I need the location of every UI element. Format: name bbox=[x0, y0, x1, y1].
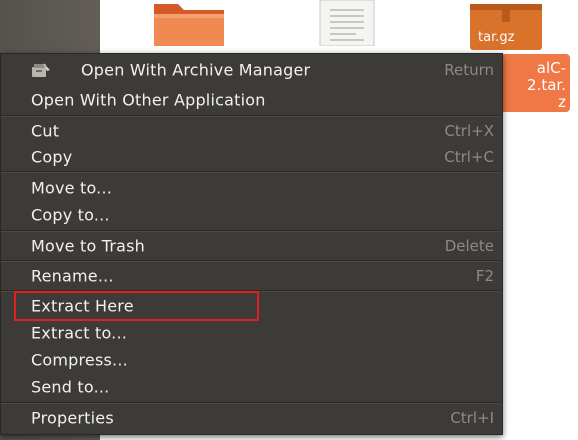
menu-item-shortcut: Return bbox=[444, 61, 494, 79]
menu-item-label: Compress... bbox=[31, 350, 128, 370]
menu-separator bbox=[1, 171, 502, 173]
menu-item-move-to[interactable]: Move to... bbox=[1, 174, 502, 202]
context-menu: Open With Archive Manager Return Open Wi… bbox=[0, 53, 503, 435]
menu-item-move-to-trash[interactable]: Move to Trash Delete bbox=[1, 232, 502, 260]
archive-icon-label: tar.gz bbox=[478, 30, 515, 45]
menu-item-label: Properties bbox=[31, 408, 114, 428]
menu-item-send-to[interactable]: Send to... bbox=[1, 373, 502, 401]
menu-item-label: Rename... bbox=[31, 266, 114, 286]
archive-manager-icon bbox=[32, 63, 50, 77]
menu-item-extract-to[interactable]: Extract to... bbox=[1, 319, 502, 347]
folder-icon[interactable] bbox=[150, 0, 228, 46]
menu-item-extract-here[interactable]: Extract Here bbox=[1, 292, 502, 320]
menu-item-label: Copy bbox=[31, 147, 73, 167]
menu-item-copy[interactable]: Copy Ctrl+C bbox=[1, 143, 502, 171]
menu-item-label: Open With Archive Manager bbox=[81, 60, 311, 80]
text-file-icon[interactable] bbox=[318, 0, 376, 46]
menu-item-label: Cut bbox=[31, 121, 60, 141]
menu-item-copy-to[interactable]: Copy to... bbox=[1, 201, 502, 229]
menu-item-shortcut: Ctrl+I bbox=[450, 409, 494, 427]
menu-item-shortcut: Ctrl+C bbox=[444, 148, 494, 166]
menu-item-label: Move to... bbox=[31, 178, 113, 198]
menu-item-label: Open With Other Application bbox=[31, 90, 266, 110]
menu-item-open-with-other-application[interactable]: Open With Other Application bbox=[1, 86, 502, 114]
menu-item-open-with-archive-manager[interactable]: Open With Archive Manager Return bbox=[1, 56, 502, 84]
menu-item-label: Extract Here bbox=[31, 296, 134, 316]
menu-item-shortcut: F2 bbox=[475, 267, 494, 285]
menu-item-label: Copy to... bbox=[31, 205, 110, 225]
menu-item-properties[interactable]: Properties Ctrl+I bbox=[1, 404, 502, 432]
menu-item-label: Send to... bbox=[31, 377, 110, 397]
menu-item-compress[interactable]: Compress... bbox=[1, 346, 502, 374]
menu-item-shortcut: Ctrl+X bbox=[444, 122, 494, 140]
menu-item-shortcut: Delete bbox=[444, 237, 494, 255]
menu-item-label: Extract to... bbox=[31, 323, 128, 343]
menu-item-label: Move to Trash bbox=[31, 236, 146, 256]
archive-file-icon[interactable]: tar.gz bbox=[468, 0, 544, 50]
menu-item-cut[interactable]: Cut Ctrl+X bbox=[1, 117, 502, 145]
menu-item-rename[interactable]: Rename... F2 bbox=[1, 262, 502, 290]
